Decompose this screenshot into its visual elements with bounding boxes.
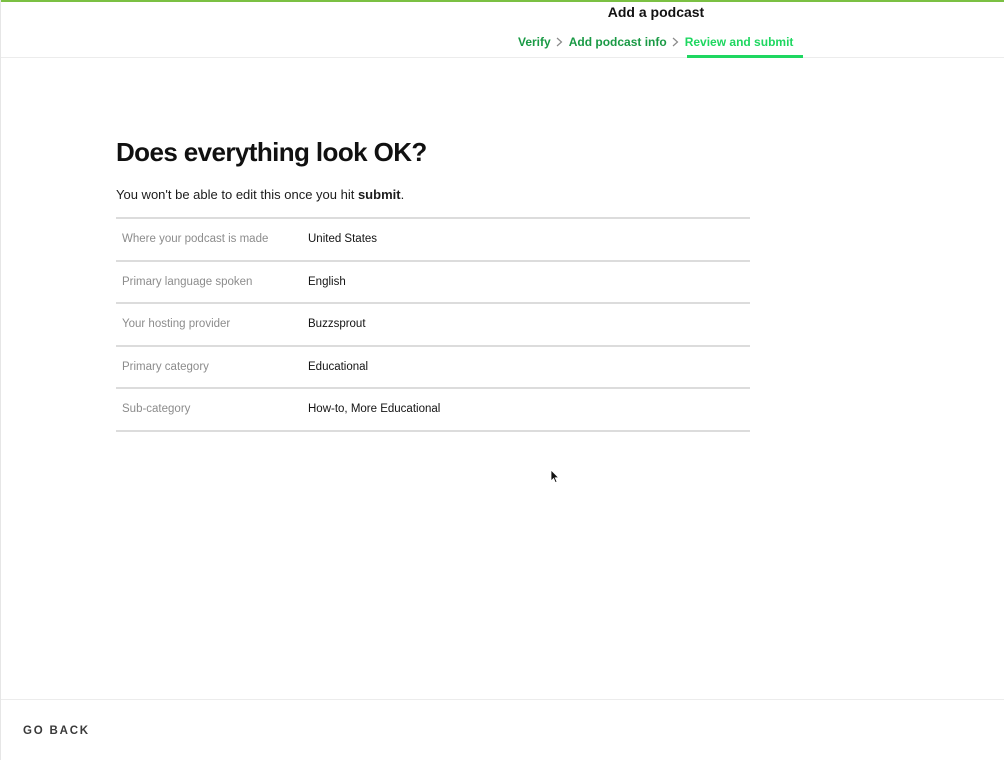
active-step-indicator <box>687 55 803 58</box>
subtext-start: You won't be able to edit this once you … <box>116 187 358 202</box>
step-review-and-submit[interactable]: Review and submit <box>685 35 794 49</box>
row-value: Educational <box>308 360 369 373</box>
row-label: Your hosting provider <box>122 318 231 331</box>
row-label: Where your podcast is made <box>122 233 269 246</box>
stepper: Verify Add podcast info Review and submi… <box>518 34 793 50</box>
mouse-cursor-icon <box>550 469 560 484</box>
page: Add a podcast Verify Add podcast info Re… <box>0 0 1004 760</box>
header: Add a podcast Verify Add podcast info Re… <box>1 0 1004 58</box>
row-value: English <box>308 275 346 288</box>
row-value: How-to, More Educational <box>308 403 441 416</box>
row-label: Primary language spoken <box>122 275 253 288</box>
review-section: Does everything look OK? You won't be ab… <box>116 136 750 432</box>
row-label: Sub-category <box>122 403 191 416</box>
subtext-end: . <box>400 187 405 202</box>
page-title: Add a podcast <box>607 4 705 20</box>
review-subtext: You won't be able to edit this once you … <box>116 187 750 203</box>
step-verify[interactable]: Verify <box>518 35 551 49</box>
row-label: Primary category <box>122 360 209 373</box>
table-row: Where your podcast is made United States <box>116 219 750 262</box>
chevron-right-icon <box>667 37 685 47</box>
review-heading: Does everything look OK? <box>116 137 427 167</box>
subtext-submit-word: submit <box>357 187 401 202</box>
row-value: United States <box>308 233 378 246</box>
table-row: Primary category Educational <box>116 347 750 389</box>
chevron-right-icon <box>551 37 569 47</box>
go-back-button[interactable]: GO BACK <box>23 725 90 737</box>
table-row: Sub-category How-to, More Educational <box>116 389 750 432</box>
table-row: Your hosting provider Buzzsprout <box>116 304 750 347</box>
review-table: Where your podcast is made United States… <box>116 217 750 432</box>
footer: GO BACK <box>1 699 1004 760</box>
table-row: Primary language spoken English <box>116 262 750 304</box>
row-value: Buzzsprout <box>308 318 366 331</box>
step-add-podcast-info[interactable]: Add podcast info <box>569 35 667 49</box>
